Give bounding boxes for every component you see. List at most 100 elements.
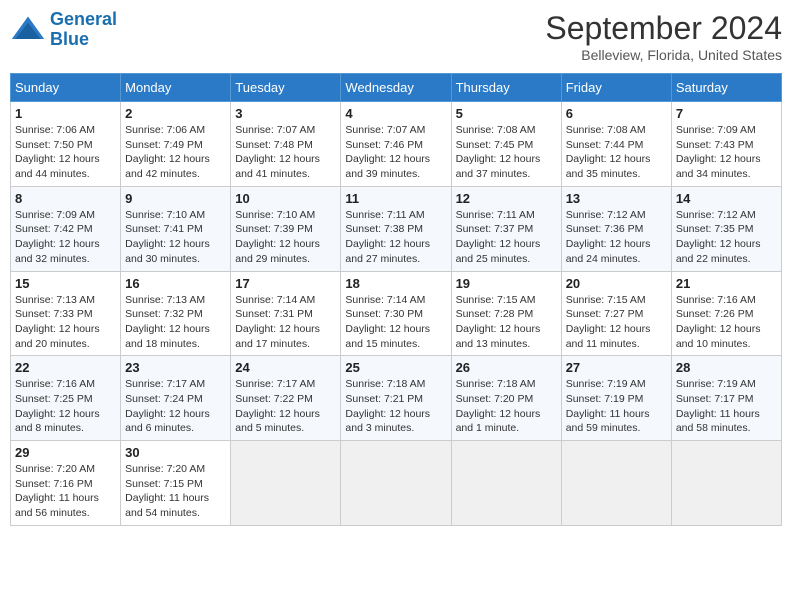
day-info: Sunrise: 7:06 AM Sunset: 7:49 PM Dayligh… [125,123,226,182]
day-number: 18 [345,276,446,291]
day-number: 27 [566,360,667,375]
day-number: 16 [125,276,226,291]
day-number: 28 [676,360,777,375]
calendar-cell: 22 Sunrise: 7:16 AM Sunset: 7:25 PM Dayli… [11,356,121,441]
day-info: Sunrise: 7:13 AM Sunset: 7:32 PM Dayligh… [125,293,226,352]
calendar-cell: 29 Sunrise: 7:20 AM Sunset: 7:16 PM Dayli… [11,441,121,526]
calendar-cell: 13Sunrise: 7:12 AM Sunset: 7:36 PM Dayli… [561,186,671,271]
day-number: 9 [125,191,226,206]
calendar-cell: 17 Sunrise: 7:14 AM Sunset: 7:31 PM Dayli… [231,271,341,356]
day-number: 29 [15,445,116,460]
day-info: Sunrise: 7:08 AM Sunset: 7:44 PM Dayligh… [566,123,667,182]
day-number: 5 [456,106,557,121]
logo: General Blue [10,10,117,50]
logo-icon [10,12,46,48]
day-number: 1 [15,106,116,121]
day-number: 26 [456,360,557,375]
day-number: 7 [676,106,777,121]
day-number: 19 [456,276,557,291]
calendar-cell: 18 Sunrise: 7:14 AM Sunset: 7:30 PM Dayli… [341,271,451,356]
day-info: Sunrise: 7:08 AM Sunset: 7:45 PM Dayligh… [456,123,557,182]
day-number: 10 [235,191,336,206]
calendar-cell [671,441,781,526]
col-friday: Friday [561,74,671,102]
day-number: 17 [235,276,336,291]
calendar-cell: 1Sunrise: 7:06 AM Sunset: 7:50 PM Daylig… [11,102,121,187]
day-info: Sunrise: 7:14 AM Sunset: 7:31 PM Dayligh… [235,293,336,352]
day-number: 24 [235,360,336,375]
calendar-cell: 3 Sunrise: 7:07 AM Sunset: 7:48 PM Daylig… [231,102,341,187]
col-saturday: Saturday [671,74,781,102]
calendar-cell: 21Sunrise: 7:16 AM Sunset: 7:26 PM Dayli… [671,271,781,356]
day-number: 25 [345,360,446,375]
day-info: Sunrise: 7:12 AM Sunset: 7:35 PM Dayligh… [676,208,777,267]
title-area: September 2024 Belleview, Florida, Unite… [545,10,782,63]
day-number: 2 [125,106,226,121]
calendar-cell: 26 Sunrise: 7:18 AM Sunset: 7:20 PM Dayli… [451,356,561,441]
day-number: 12 [456,191,557,206]
col-thursday: Thursday [451,74,561,102]
calendar-week-row: 29 Sunrise: 7:20 AM Sunset: 7:16 PM Dayli… [11,441,782,526]
calendar-cell: 20 Sunrise: 7:15 AM Sunset: 7:27 PM Dayli… [561,271,671,356]
month-title: September 2024 [545,10,782,47]
calendar-cell: 4 Sunrise: 7:07 AM Sunset: 7:46 PM Daylig… [341,102,451,187]
day-number: 14 [676,191,777,206]
day-number: 8 [15,191,116,206]
day-info: Sunrise: 7:14 AM Sunset: 7:30 PM Dayligh… [345,293,446,352]
day-info: Sunrise: 7:16 AM Sunset: 7:25 PM Dayligh… [15,377,116,436]
day-info: Sunrise: 7:15 AM Sunset: 7:27 PM Dayligh… [566,293,667,352]
day-info: Sunrise: 7:10 AM Sunset: 7:41 PM Dayligh… [125,208,226,267]
day-info: Sunrise: 7:11 AM Sunset: 7:38 PM Dayligh… [345,208,446,267]
day-number: 23 [125,360,226,375]
calendar-cell: 9 Sunrise: 7:10 AM Sunset: 7:41 PM Daylig… [121,186,231,271]
calendar-header-row: Sunday Monday Tuesday Wednesday Thursday… [11,74,782,102]
calendar-cell: 10 Sunrise: 7:10 AM Sunset: 7:39 PM Dayli… [231,186,341,271]
day-info: Sunrise: 7:20 AM Sunset: 7:16 PM Dayligh… [15,462,116,521]
day-info: Sunrise: 7:20 AM Sunset: 7:15 PM Dayligh… [125,462,226,521]
day-info: Sunrise: 7:18 AM Sunset: 7:21 PM Dayligh… [345,377,446,436]
day-number: 11 [345,191,446,206]
day-info: Sunrise: 7:13 AM Sunset: 7:33 PM Dayligh… [15,293,116,352]
calendar-cell: 15 Sunrise: 7:13 AM Sunset: 7:33 PM Dayli… [11,271,121,356]
day-info: Sunrise: 7:16 AM Sunset: 7:26 PM Dayligh… [676,293,777,352]
calendar-week-row: 15 Sunrise: 7:13 AM Sunset: 7:33 PM Dayli… [11,271,782,356]
col-wednesday: Wednesday [341,74,451,102]
calendar-week-row: 8 Sunrise: 7:09 AM Sunset: 7:42 PM Daylig… [11,186,782,271]
calendar-cell [341,441,451,526]
calendar-cell: 11 Sunrise: 7:11 AM Sunset: 7:38 PM Dayli… [341,186,451,271]
calendar-cell [561,441,671,526]
page-header: General Blue September 2024 Belleview, F… [10,10,782,63]
day-info: Sunrise: 7:19 AM Sunset: 7:19 PM Dayligh… [566,377,667,436]
calendar-cell: 12Sunrise: 7:11 AM Sunset: 7:37 PM Dayli… [451,186,561,271]
col-monday: Monday [121,74,231,102]
col-sunday: Sunday [11,74,121,102]
calendar-cell: 7 Sunrise: 7:09 AM Sunset: 7:43 PM Daylig… [671,102,781,187]
day-info: Sunrise: 7:17 AM Sunset: 7:22 PM Dayligh… [235,377,336,436]
day-info: Sunrise: 7:09 AM Sunset: 7:43 PM Dayligh… [676,123,777,182]
day-info: Sunrise: 7:18 AM Sunset: 7:20 PM Dayligh… [456,377,557,436]
day-number: 3 [235,106,336,121]
day-info: Sunrise: 7:17 AM Sunset: 7:24 PM Dayligh… [125,377,226,436]
calendar-cell: 2 Sunrise: 7:06 AM Sunset: 7:49 PM Daylig… [121,102,231,187]
day-info: Sunrise: 7:12 AM Sunset: 7:36 PM Dayligh… [566,208,667,267]
day-number: 20 [566,276,667,291]
calendar-cell: 24 Sunrise: 7:17 AM Sunset: 7:22 PM Dayli… [231,356,341,441]
day-info: Sunrise: 7:07 AM Sunset: 7:48 PM Dayligh… [235,123,336,182]
logo-text: General Blue [50,10,117,50]
calendar-cell: 6Sunrise: 7:08 AM Sunset: 7:44 PM Daylig… [561,102,671,187]
calendar-cell [451,441,561,526]
day-info: Sunrise: 7:10 AM Sunset: 7:39 PM Dayligh… [235,208,336,267]
day-info: Sunrise: 7:07 AM Sunset: 7:46 PM Dayligh… [345,123,446,182]
calendar-cell: 30 Sunrise: 7:20 AM Sunset: 7:15 PM Dayli… [121,441,231,526]
day-number: 4 [345,106,446,121]
calendar-week-row: 22 Sunrise: 7:16 AM Sunset: 7:25 PM Dayli… [11,356,782,441]
day-number: 30 [125,445,226,460]
col-tuesday: Tuesday [231,74,341,102]
day-info: Sunrise: 7:09 AM Sunset: 7:42 PM Dayligh… [15,208,116,267]
day-number: 15 [15,276,116,291]
day-number: 22 [15,360,116,375]
calendar-cell: 5 Sunrise: 7:08 AM Sunset: 7:45 PM Daylig… [451,102,561,187]
location: Belleview, Florida, United States [545,47,782,63]
calendar-cell: 23 Sunrise: 7:17 AM Sunset: 7:24 PM Dayli… [121,356,231,441]
calendar-cell: 27 Sunrise: 7:19 AM Sunset: 7:19 PM Dayli… [561,356,671,441]
